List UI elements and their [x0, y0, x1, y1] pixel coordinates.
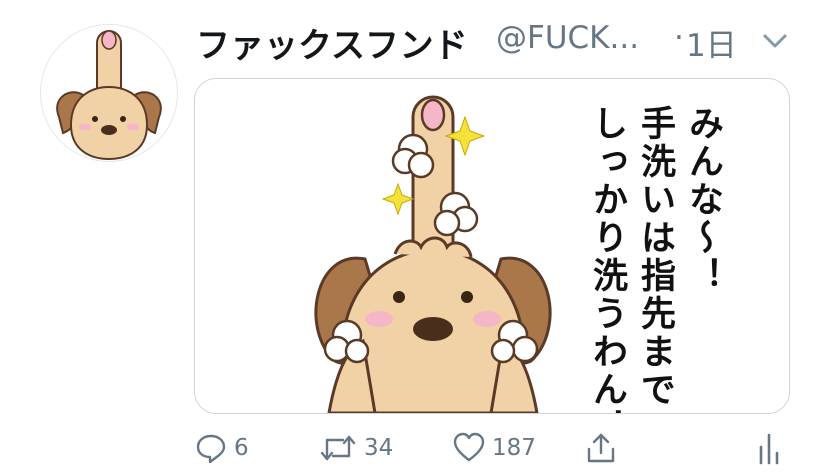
tweet-media[interactable]: みんな〜！ 手洗いは指先まで しっかり洗うわん！ — [194, 78, 790, 414]
reply-button[interactable]: 6 — [194, 428, 249, 468]
avatar-dog-image — [56, 30, 162, 161]
retweet-button[interactable]: 34 — [318, 428, 393, 468]
tweet-header: ファックスフンド @FUCK... · 1日 — [196, 14, 798, 70]
analytics-button[interactable] — [754, 428, 784, 468]
media-text-line-2: 手洗いは指先まで — [635, 105, 675, 409]
share-icon — [587, 433, 615, 463]
avatar[interactable] — [40, 24, 178, 162]
analytics-icon — [759, 433, 779, 465]
timestamp[interactable]: 1日 — [686, 20, 737, 65]
share-button[interactable] — [584, 428, 618, 468]
media-text-line-3: しっかり洗うわん！ — [587, 105, 627, 414]
tweet-actions: 6 34 187 — [194, 428, 804, 468]
separator-dot: · — [674, 20, 684, 56]
like-icon — [453, 432, 485, 462]
retweet-icon — [320, 435, 356, 461]
user-handle[interactable]: @FUCK... — [496, 20, 639, 56]
media-text-line-1: みんな〜！ — [683, 105, 723, 295]
caret-down-icon[interactable] — [762, 32, 788, 50]
like-button[interactable]: 187 — [452, 428, 536, 468]
like-count: 187 — [492, 435, 536, 461]
display-name[interactable]: ファックスフンド — [196, 18, 468, 67]
reply-count: 6 — [234, 435, 249, 461]
reply-icon — [196, 434, 226, 464]
retweet-count: 34 — [364, 435, 394, 461]
